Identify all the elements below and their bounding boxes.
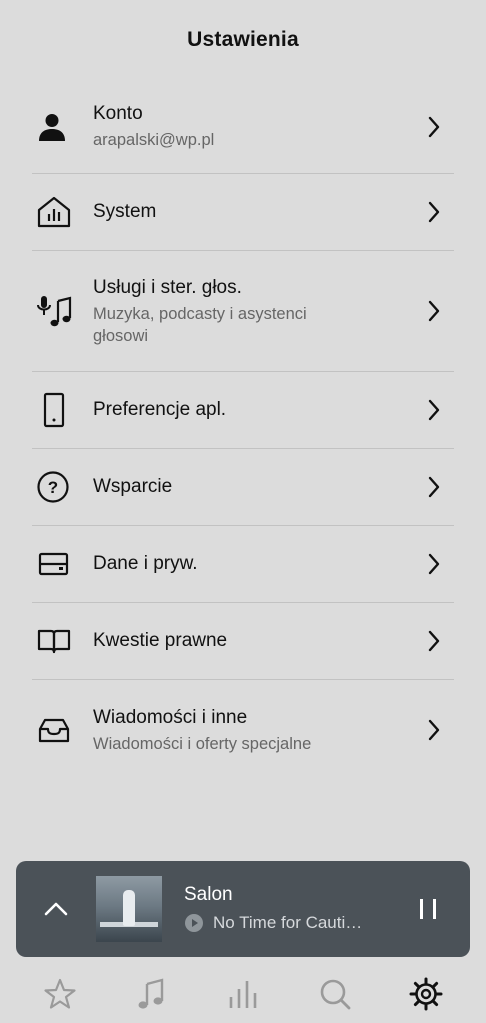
- chevron-right-icon: [422, 630, 446, 652]
- settings-item-title: Dane i pryw.: [93, 553, 198, 574]
- bottom-tab-bar: [0, 965, 486, 1023]
- settings-item-title: Konto: [93, 103, 143, 124]
- chevron-right-icon: [422, 476, 446, 498]
- settings-item-title: System: [93, 201, 157, 222]
- chevron-right-icon: [422, 116, 446, 138]
- svg-text:?: ?: [48, 478, 58, 497]
- inbox-icon: [36, 715, 82, 745]
- tab-favorites[interactable]: [30, 969, 90, 1019]
- settings-item-title: Wsparcie: [93, 476, 173, 497]
- settings-item-legal[interactable]: Kwestie prawne: [32, 603, 454, 680]
- settings-list: Konto arapalski@wp.pl System Usługi i st…: [32, 80, 454, 780]
- chevron-right-icon: [422, 201, 446, 223]
- storage-icon: [36, 549, 82, 579]
- settings-item-subtitle: arapalski@wp.pl: [93, 131, 215, 149]
- mic-music-icon: [36, 293, 82, 329]
- player-room-name: Salon: [184, 884, 233, 905]
- chevron-right-icon: [422, 399, 446, 421]
- settings-item-title: Kwestie prawne: [93, 630, 228, 651]
- album-art: [96, 876, 162, 942]
- settings-item-messages[interactable]: Wiadomości i inne Wiadomości i oferty sp…: [32, 680, 454, 780]
- playing-indicator-icon: [184, 913, 204, 933]
- person-icon: [36, 111, 82, 143]
- chevron-up-icon: [44, 902, 68, 916]
- chevron-right-icon: [422, 553, 446, 575]
- tab-search[interactable]: [305, 969, 365, 1019]
- tab-music[interactable]: [121, 969, 181, 1019]
- settings-item-services[interactable]: Usługi i ster. głos. Muzyka, podcasty i …: [32, 251, 454, 372]
- app-header: Ustawienia: [0, 0, 486, 80]
- settings-item-title: Preferencje apl.: [93, 399, 227, 420]
- settings-item-app-preferences[interactable]: Preferencje apl.: [32, 372, 454, 449]
- pause-icon: [420, 899, 436, 919]
- tab-rooms[interactable]: [213, 969, 273, 1019]
- settings-item-data-privacy[interactable]: Dane i pryw.: [32, 526, 454, 603]
- settings-item-account[interactable]: Konto arapalski@wp.pl: [32, 80, 454, 174]
- help-circle-icon: ?: [36, 470, 82, 504]
- settings-item-title: Wiadomości i inne: [93, 706, 248, 728]
- chevron-right-icon: [422, 719, 446, 741]
- music-note-icon: [138, 978, 164, 1009]
- book-icon: [36, 626, 82, 656]
- chevron-right-icon: [422, 300, 446, 322]
- player-track-title: No Time for Cauti…: [213, 913, 363, 932]
- settings-item-title: Usługi i ster. głos.: [93, 276, 242, 298]
- equalizer-bars-icon: [229, 981, 257, 1008]
- phone-icon: [36, 392, 82, 428]
- search-icon: [320, 979, 350, 1010]
- settings-item-subtitle: Wiadomości i oferty specjalne: [93, 734, 312, 753]
- home-eq-icon: [36, 195, 82, 229]
- settings-item-support[interactable]: ? Wsparcie: [32, 449, 454, 526]
- page-title: Ustawienia: [187, 28, 299, 51]
- mini-player[interactable]: Salon No Time for Cauti…: [16, 861, 470, 957]
- settings-item-subtitle: Muzyka, podcasty i asystenci głosowi: [93, 304, 307, 345]
- expand-player-button[interactable]: [16, 901, 96, 917]
- gear-icon: [409, 977, 443, 1011]
- pause-button[interactable]: [398, 897, 458, 921]
- tab-settings[interactable]: [396, 969, 456, 1019]
- star-icon: [44, 978, 76, 1009]
- settings-item-system[interactable]: System: [32, 174, 454, 251]
